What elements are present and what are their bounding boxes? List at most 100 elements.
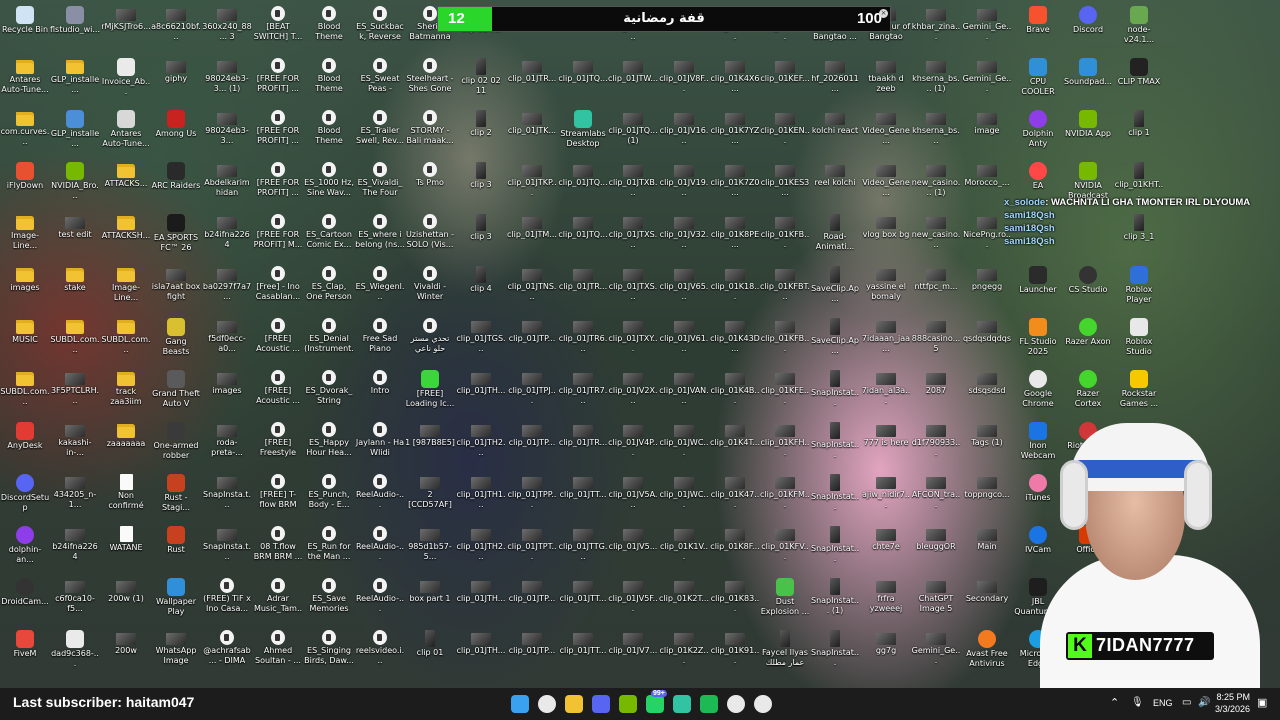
- desktop-icon[interactable]: clip_01KEF...: [760, 54, 810, 104]
- desktop-icon[interactable]: Gang Beasts: [151, 314, 201, 364]
- desktop-icon[interactable]: giphy: [151, 54, 201, 104]
- desktop-icon[interactable]: image: [962, 106, 1012, 156]
- desktop-icon[interactable]: ES_Sweat Peas - Arth...: [355, 54, 405, 104]
- desktop-icon[interactable]: ES_Clap, One Person Cla...: [304, 262, 354, 312]
- desktop-icon[interactable]: ATTACKSH...: [101, 210, 151, 260]
- desktop-icon[interactable]: CS Studio: [1063, 262, 1113, 312]
- desktop-icon[interactable]: stake: [50, 262, 100, 312]
- desktop-icon[interactable]: flstudio_wi...: [50, 2, 100, 52]
- desktop-icon[interactable]: WhatsApp Image 2026...: [151, 626, 201, 676]
- desktop-icon[interactable]: Adrar Music_Tam...: [253, 574, 303, 624]
- desktop-icon[interactable]: Main: [962, 522, 1012, 572]
- desktop-icon[interactable]: hf_2026011...: [810, 54, 860, 104]
- desktop-icon[interactable]: iFlyDown: [0, 158, 50, 208]
- desktop-icon[interactable]: reelsvideo.i...: [355, 626, 405, 676]
- desktop-icon[interactable]: images: [202, 366, 252, 416]
- desktop-icon[interactable]: Video_Gene...: [861, 106, 911, 156]
- desktop-icon[interactable]: FL Studio 2025: [1013, 314, 1063, 364]
- desktop-icon[interactable]: Faycel Ilyas عمار مطلك: [760, 626, 810, 676]
- desktop-icon[interactable]: CPU COOLER V4.0: [1013, 54, 1063, 104]
- desktop-icon[interactable]: clip_01JTR6...: [558, 314, 608, 364]
- desktop-icon[interactable]: Dust Explosion ...: [760, 574, 810, 624]
- desktop-icon[interactable]: Roblox Player: [1114, 262, 1164, 312]
- desktop-icon[interactable]: ES_Happy Hour Hea...: [304, 418, 354, 468]
- desktop-icon[interactable]: ES_Singing Birds, Daw...: [304, 626, 354, 676]
- desktop-icon[interactable]: Free Sad Piano Type...: [355, 314, 405, 364]
- desktop-icon[interactable]: clip 4: [456, 262, 506, 312]
- desktop-icon[interactable]: Jaylann - Ha Wlidi (Offici...: [355, 418, 405, 468]
- desktop-icon[interactable]: [FREE] Acoustic ...: [253, 366, 303, 416]
- desktop-icon[interactable]: clip_01JTTG...: [558, 522, 608, 572]
- desktop-icon[interactable]: clip_01JTQ...: [558, 158, 608, 208]
- desktop-icon[interactable]: a8c66210bf...: [151, 2, 201, 52]
- desktop-icon[interactable]: clip_01JTT...: [558, 470, 608, 520]
- desktop-icon[interactable]: (FREE) TiF x Ino Casa...: [202, 574, 252, 624]
- desktop-icon[interactable]: clip_01JTGS...: [456, 314, 506, 364]
- desktop-icon[interactable]: ChatGPT Image 5 fé...: [911, 574, 961, 624]
- desktop-icon[interactable]: clip_01K43D...: [710, 314, 760, 364]
- desktop-icon[interactable]: clip_01JTXS...: [608, 210, 658, 260]
- desktop-icon[interactable]: EA SPORTS FC™ 26: [151, 210, 201, 260]
- desktop-icon[interactable]: Razer Axon: [1063, 314, 1113, 364]
- desktop-icon[interactable]: ajiw_nidir7...: [861, 470, 911, 520]
- desktop-icon[interactable]: test edit: [50, 210, 100, 260]
- desktop-icon[interactable]: Secondary: [962, 574, 1012, 624]
- desktop-icon[interactable]: Intro: [355, 366, 405, 416]
- desktop-icon[interactable]: Gemini_Ge...: [911, 626, 961, 676]
- desktop-icon[interactable]: clip_01K2Z...: [659, 626, 709, 676]
- desktop-icon[interactable]: Wallpaper Play: [151, 574, 201, 624]
- desktop-icon[interactable]: 7idan_al3a...: [861, 366, 911, 416]
- streamlabs-icon[interactable]: [673, 695, 691, 713]
- desktop-icon[interactable]: Tags (1): [962, 418, 1012, 468]
- desktop-icon[interactable]: 200w (1): [101, 574, 151, 624]
- desktop-icon[interactable]: clip_01JTH1...: [456, 470, 506, 520]
- desktop-icon[interactable]: clip 3: [456, 210, 506, 260]
- desktop-icon[interactable]: clip_01JTP...: [507, 314, 557, 364]
- desktop-icon[interactable]: [FREE FOR PROFIT] ...: [253, 158, 303, 208]
- discord-icon[interactable]: [592, 695, 610, 713]
- desktop-icon[interactable]: One-armed robber: [151, 418, 201, 468]
- desktop-icon[interactable]: box part 1: [405, 574, 455, 624]
- desktop-icon[interactable]: 200w: [101, 626, 151, 676]
- desktop-icon[interactable]: ES_Save Memories (...: [304, 574, 354, 624]
- desktop-icon[interactable]: Among Us: [151, 106, 201, 156]
- desktop-icon[interactable]: [BEAT SWITCH] T...: [253, 2, 303, 52]
- desktop-icon[interactable]: SUBDL.com...: [101, 314, 151, 364]
- desktop-icon[interactable]: clip_01K7Z0...: [710, 158, 760, 208]
- desktop-icon[interactable]: AFCON_tra...: [911, 470, 961, 520]
- desktop-icon[interactable]: clip_01JTH...: [456, 626, 506, 676]
- desktop-icon[interactable]: ReelAudio-...: [355, 470, 405, 520]
- desktop-icon[interactable]: clip_01JTH...: [456, 574, 506, 624]
- close-icon[interactable]: ×: [879, 9, 888, 18]
- desktop-icon[interactable]: تحدي مستر حلو ناعي: [405, 314, 455, 364]
- desktop-icon[interactable]: SaveClip.Ap...: [810, 262, 860, 312]
- desktop-icon[interactable]: clip_01JTPT...: [507, 522, 557, 572]
- desktop-icon[interactable]: [FREE] Loading Ic...: [405, 366, 455, 416]
- desktop-icon[interactable]: [Free] - Ino Casablan...: [253, 262, 303, 312]
- desktop-icon[interactable]: DroidCam...: [0, 574, 50, 624]
- desktop-icon[interactable]: clip_01K18...: [710, 262, 760, 312]
- desktop-icon[interactable]: Recycle Bin: [0, 2, 50, 52]
- desktop-icon[interactable]: clip_01JWC...: [659, 470, 709, 520]
- desktop-icon[interactable]: f5df0ecc-a0...: [202, 314, 252, 364]
- desktop-icon[interactable]: Invoice_Ab...: [101, 54, 151, 104]
- desktop-icon[interactable]: clip_01JTNS...: [507, 262, 557, 312]
- desktop-icon[interactable]: clip_01KES3...: [760, 158, 810, 208]
- desktop-icon[interactable]: clip_01JTH2...: [456, 522, 506, 572]
- desktop-icon[interactable]: clip_01JTK...: [507, 106, 557, 156]
- chrome-icon[interactable]: [727, 695, 745, 713]
- desktop-icon[interactable]: ES_1000 Hz, Sine Wav...: [304, 158, 354, 208]
- desktop-icon[interactable]: FiveM: [0, 626, 50, 676]
- desktop-icon[interactable]: ES_Denial (Instrument...: [304, 314, 354, 364]
- desktop-icon[interactable]: clip_01JWC...: [659, 418, 709, 468]
- desktop-icon[interactable]: Vivaldi - Winter (Tec...: [405, 262, 455, 312]
- desktop-icon[interactable]: Discord: [1063, 2, 1113, 52]
- desktop-icon[interactable]: ReelAudio-...: [355, 522, 405, 572]
- desktop-icon[interactable]: Blood Theme (Instrument...: [304, 106, 354, 156]
- desktop-icon[interactable]: ES_Wiegenl... (Lullaby)...: [355, 262, 405, 312]
- microphone-icon[interactable]: 🎙: [1131, 697, 1144, 708]
- desktop-icon[interactable]: GLP_installe...: [50, 54, 100, 104]
- desktop-icon[interactable]: zaaaaaaa: [101, 418, 151, 468]
- desktop-icon[interactable]: 1 [987B8E5]: [405, 418, 455, 468]
- desktop-icon[interactable]: MUSIC: [0, 314, 50, 364]
